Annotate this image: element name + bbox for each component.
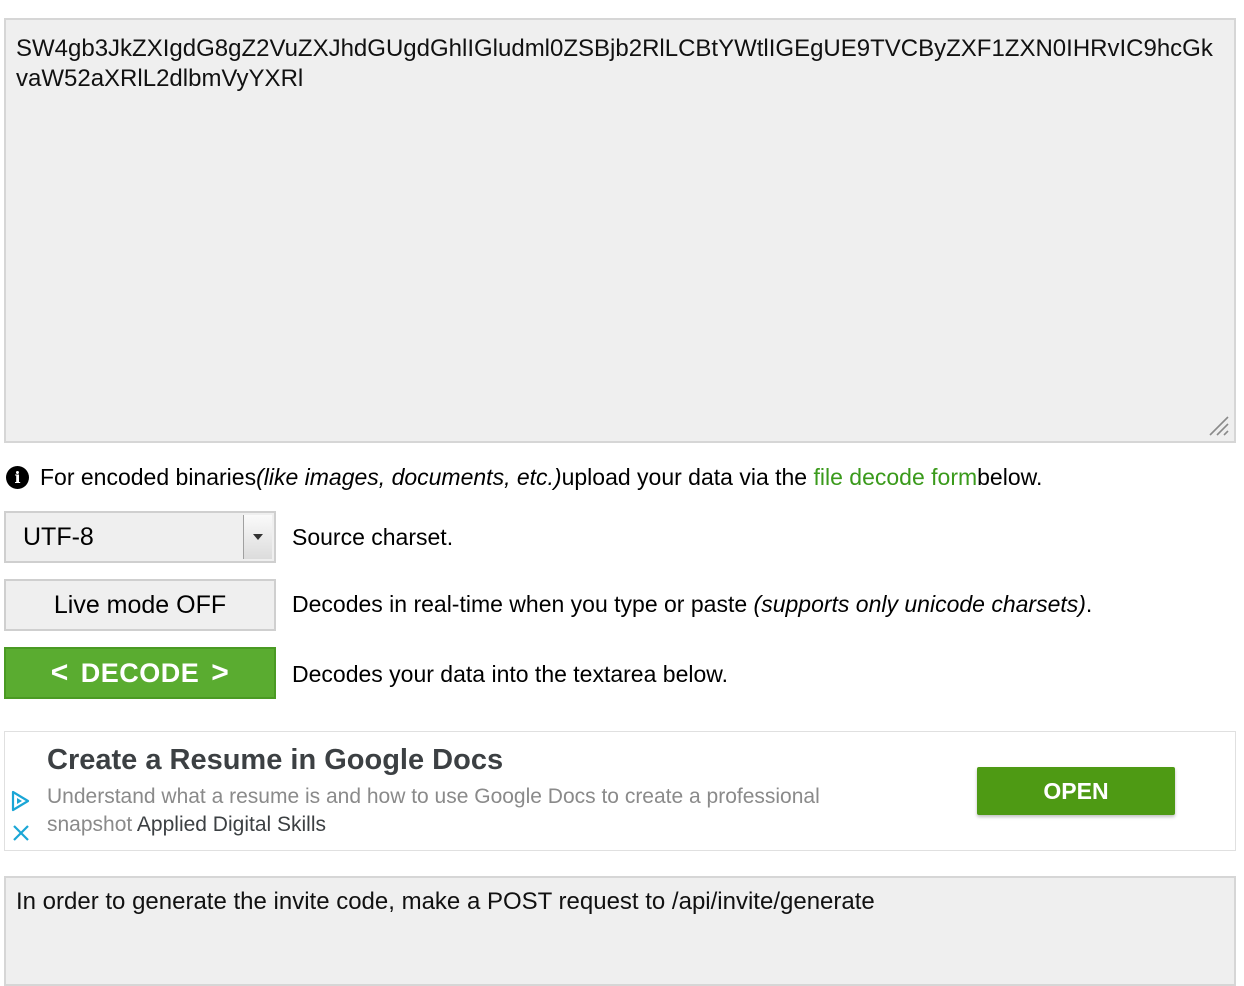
charset-selected-value: UTF-8 <box>23 522 94 551</box>
decode-button-label: DECODE <box>80 657 200 688</box>
decode-button[interactable]: < DECODE > <box>4 647 276 699</box>
chevron-down-icon[interactable] <box>243 515 272 559</box>
live-mode-description: Decodes in real-time when you type or pa… <box>292 591 1092 618</box>
chevron-left-icon: < <box>50 656 69 689</box>
encoded-input-text: SW4gb3JkZXIgdG8gZ2VuZXJhdGUgdGhlIGludml0… <box>16 35 1213 92</box>
live-mode-desc-italic: (supports only unicode charsets) <box>753 591 1086 617</box>
source-charset-select[interactable]: UTF-8 <box>4 511 276 563</box>
close-icon[interactable] <box>11 823 31 843</box>
live-mode-desc-suffix: . <box>1085 591 1093 617</box>
advertisement-banner[interactable]: Create a Resume in Google Docs Understan… <box>4 731 1236 851</box>
live-mode-desc-text: Decodes in real-time when you type or pa… <box>292 591 754 617</box>
decoded-output-text: In order to generate the invite code, ma… <box>16 888 875 915</box>
chevron-right-icon: > <box>211 656 230 689</box>
file-decode-form-link[interactable]: file decode form <box>814 464 978 491</box>
ad-advertiser: Applied Digital Skills <box>136 813 327 836</box>
binary-upload-notice: i For encoded binaries (like images, doc… <box>6 461 1042 493</box>
charset-description: Source charset. <box>292 524 454 550</box>
notice-suffix: below. <box>977 463 1043 490</box>
notice-middle: upload your data via the <box>561 463 808 490</box>
resize-grip-icon[interactable] <box>1206 413 1230 437</box>
live-mode-toggle-button[interactable]: Live mode OFF <box>4 579 276 631</box>
ad-open-button[interactable]: OPEN <box>977 767 1175 815</box>
notice-prefix: For encoded binaries <box>40 463 257 490</box>
encoded-input-textarea[interactable]: SW4gb3JkZXIgdG8gZ2VuZXJhdGUgdGhlIGludml0… <box>4 18 1236 443</box>
adchoices-icon[interactable] <box>9 790 31 812</box>
ad-title[interactable]: Create a Resume in Google Docs <box>47 744 503 777</box>
ad-body[interactable]: Understand what a resume is and how to u… <box>47 783 887 839</box>
notice-italic: (like images, documents, etc.) <box>256 463 562 490</box>
info-circle-icon: i <box>6 465 29 489</box>
decode-description: Decodes your data into the textarea belo… <box>292 661 729 687</box>
